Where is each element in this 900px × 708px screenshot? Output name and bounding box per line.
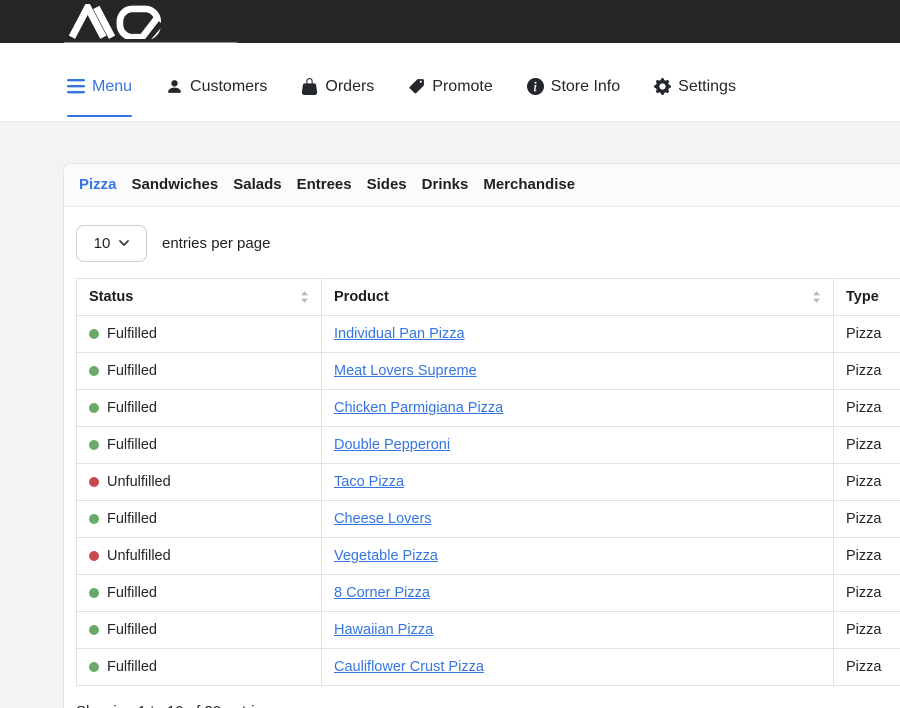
status-dot [89, 440, 99, 450]
bag-icon [301, 78, 318, 95]
entries-per-page-select[interactable]: 10 [76, 225, 147, 262]
type-label: Pizza [846, 326, 881, 342]
table-row: Fulfilled Cheese Lovers Pizza [77, 501, 900, 538]
product-link[interactable]: Double Pepperoni [334, 437, 450, 453]
hamburger-icon [67, 79, 85, 94]
product-link[interactable]: Cauliflower Crust Pizza [334, 659, 484, 675]
type-label: Pizza [846, 437, 881, 453]
status-dot [89, 551, 99, 561]
status-dot [89, 625, 99, 635]
product-link[interactable]: Vegetable Pizza [334, 548, 438, 564]
nav-item-label: Customers [190, 78, 267, 96]
table-row: Fulfilled Hawaiian Pizza Pizza [77, 612, 900, 649]
nav-item-customers[interactable]: Customers [166, 43, 267, 121]
product-link[interactable]: Taco Pizza [334, 474, 404, 490]
table-row: Fulfilled Cauliflower Crust Pizza Pizza [77, 649, 900, 686]
status-label: Fulfilled [107, 400, 157, 416]
column-header-label: Type [846, 289, 879, 305]
column-header-type: Type [834, 279, 900, 316]
tab-entrees[interactable]: Entrees [297, 175, 352, 195]
status-label: Fulfilled [107, 326, 157, 342]
nav-item-label: Orders [325, 78, 374, 96]
tab-salads[interactable]: Salads [233, 175, 281, 195]
status-dot [89, 329, 99, 339]
card-body: 10 entries per page Status [64, 207, 900, 708]
info-circle-icon [527, 78, 544, 95]
type-label: Pizza [846, 511, 881, 527]
status-dot [89, 366, 99, 376]
sort-icon[interactable] [300, 291, 309, 303]
table-row: Unfulfilled Taco Pizza Pizza [77, 464, 900, 501]
gear-icon [654, 78, 671, 95]
product-link[interactable]: 8 Corner Pizza [334, 585, 430, 601]
page: Menu Customers Orders Promote [0, 0, 900, 708]
type-label: Pizza [846, 474, 881, 490]
entries-summary: Showing 1 to 10 of 20 entries [76, 703, 900, 708]
product-link[interactable]: Chicken Parmigiana Pizza [334, 400, 503, 416]
status-label: Unfulfilled [107, 548, 171, 564]
type-label: Pizza [846, 400, 881, 416]
status-dot [89, 588, 99, 598]
status-label: Fulfilled [107, 363, 157, 379]
nav-item-label: Promote [432, 78, 492, 96]
nav-item-settings[interactable]: Settings [654, 43, 736, 121]
menu-card: Pizza Sandwiches Salads Entrees Sides Dr… [63, 163, 900, 708]
table-row: Fulfilled 8 Corner Pizza Pizza [77, 575, 900, 612]
product-link[interactable]: Individual Pan Pizza [334, 326, 465, 342]
brand-logo[interactable] [68, 4, 186, 39]
table-row: Fulfilled Double Pepperoni Pizza [77, 427, 900, 464]
table-header-row: Status Product [77, 279, 900, 316]
tab-sides[interactable]: Sides [367, 175, 407, 195]
chevron-down-icon [119, 240, 129, 247]
products-table: Status Product [76, 278, 900, 686]
type-label: Pizza [846, 622, 881, 638]
status-label: Unfulfilled [107, 474, 171, 490]
column-header-product[interactable]: Product [322, 279, 834, 316]
column-header-status[interactable]: Status [77, 279, 322, 316]
nav-item-label: Settings [678, 78, 736, 96]
tab-sandwiches[interactable]: Sandwiches [132, 175, 219, 195]
top-header-bar [0, 0, 900, 43]
nav-item-store-info[interactable]: Store Info [527, 43, 620, 121]
status-dot [89, 403, 99, 413]
status-dot [89, 514, 99, 524]
main-navigation: Menu Customers Orders Promote [0, 43, 900, 122]
column-header-label: Status [89, 289, 133, 305]
product-link[interactable]: Meat Lovers Supreme [334, 363, 477, 379]
person-icon [166, 78, 183, 95]
status-label: Fulfilled [107, 659, 157, 675]
status-dot [89, 662, 99, 672]
type-label: Pizza [846, 363, 881, 379]
table-row: Fulfilled Meat Lovers Supreme Pizza [77, 353, 900, 390]
column-header-label: Product [334, 289, 389, 305]
entries-per-page-row: 10 entries per page [76, 225, 900, 262]
status-label: Fulfilled [107, 585, 157, 601]
status-label: Fulfilled [107, 511, 157, 527]
category-tabs: Pizza Sandwiches Salads Entrees Sides Dr… [64, 164, 900, 207]
tab-merchandise[interactable]: Merchandise [483, 175, 575, 195]
status-dot [89, 477, 99, 487]
table-row: Fulfilled Chicken Parmigiana Pizza Pizza [77, 390, 900, 427]
nav-item-orders[interactable]: Orders [301, 43, 374, 121]
table-row: Unfulfilled Vegetable Pizza Pizza [77, 538, 900, 575]
status-label: Fulfilled [107, 622, 157, 638]
main-content: Pizza Sandwiches Salads Entrees Sides Dr… [0, 122, 900, 708]
nav-item-label: Store Info [551, 78, 620, 96]
sort-icon[interactable] [812, 291, 821, 303]
tab-pizza[interactable]: Pizza [79, 175, 117, 195]
product-link[interactable]: Cheese Lovers [334, 511, 432, 527]
nav-item-promote[interactable]: Promote [408, 43, 492, 121]
nav-item-menu[interactable]: Menu [67, 43, 132, 121]
product-link[interactable]: Hawaiian Pizza [334, 622, 433, 638]
entries-per-page-value: 10 [94, 235, 111, 252]
nav-item-label: Menu [92, 78, 132, 96]
status-label: Fulfilled [107, 437, 157, 453]
entries-per-page-label: entries per page [162, 235, 270, 252]
table-row: Fulfilled Individual Pan Pizza Pizza [77, 316, 900, 353]
type-label: Pizza [846, 548, 881, 564]
tag-icon [408, 78, 425, 95]
type-label: Pizza [846, 585, 881, 601]
tab-drinks[interactable]: Drinks [422, 175, 469, 195]
type-label: Pizza [846, 659, 881, 675]
